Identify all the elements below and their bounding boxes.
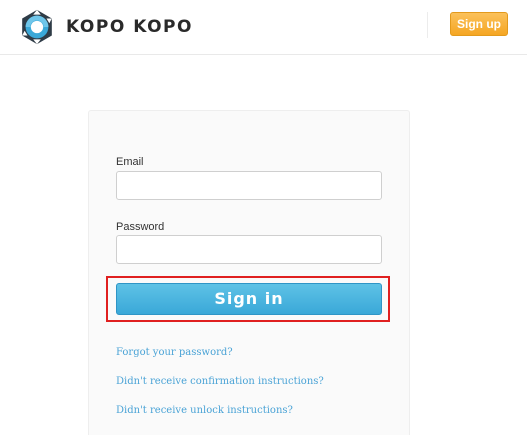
kopo-kopo-logo-icon	[22, 9, 52, 45]
unlock-instructions-link[interactable]: Didn't receive unlock instructions?	[116, 405, 293, 416]
signup-button[interactable]: Sign up	[450, 12, 508, 36]
brand-name: KOPO KOPO	[66, 17, 193, 37]
forgot-password-link[interactable]: Forgot your password?	[116, 347, 233, 358]
email-field[interactable]	[116, 171, 382, 200]
confirmation-instructions-link[interactable]: Didn't receive confirmation instructions…	[116, 376, 324, 387]
brand-logo[interactable]: KOPO KOPO	[18, 8, 193, 46]
top-header: KOPO KOPO Sign up	[0, 0, 527, 55]
header-divider	[427, 12, 428, 38]
password-label: Password	[116, 221, 165, 233]
email-label: Email	[116, 156, 144, 168]
signin-button[interactable]: Sign in	[116, 283, 382, 315]
password-field[interactable]	[116, 235, 382, 264]
